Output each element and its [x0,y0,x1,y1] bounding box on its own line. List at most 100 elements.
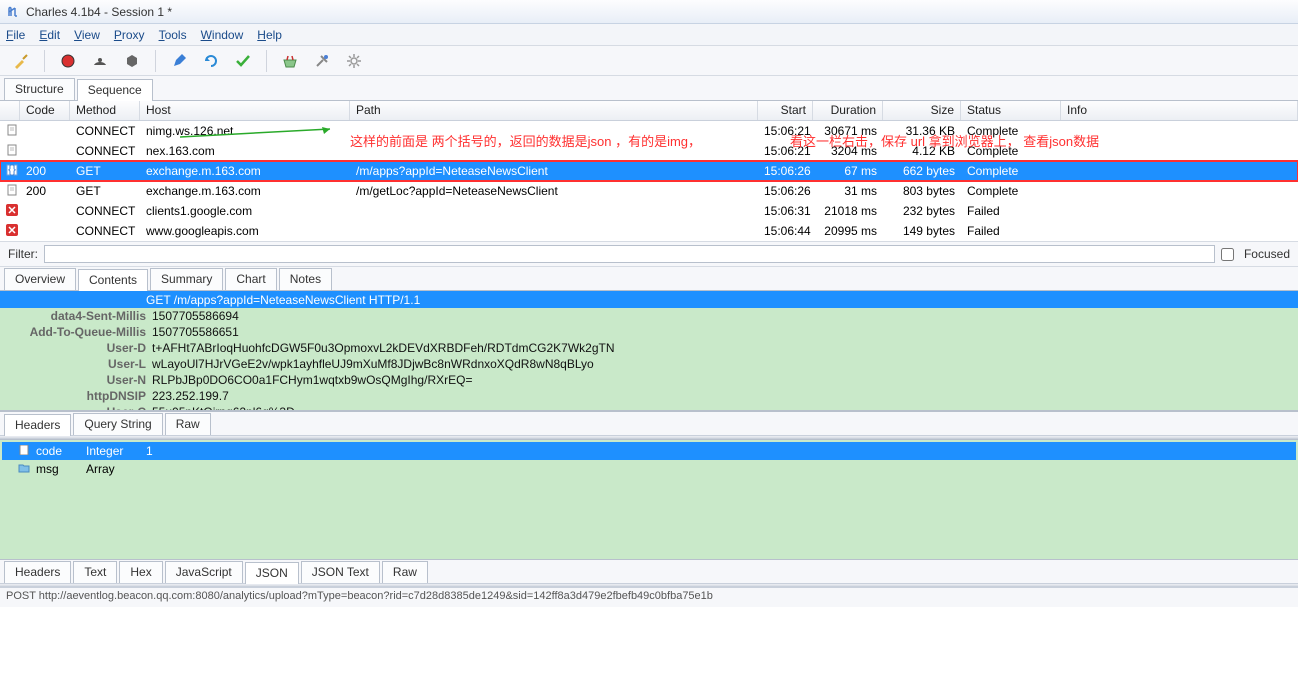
tab-structure[interactable]: Structure [4,78,75,100]
menu-proxy[interactable]: Proxy [114,28,145,42]
col-duration[interactable]: Duration [813,101,883,120]
cell-host: nimg.ws.126.net [140,123,350,139]
cell-path: /m/apps?appId=NeteaseNewsClient [350,163,758,179]
filter-input[interactable] [44,245,1215,263]
header-val: wLayoUl7HJrVGeE2v/wpk1ayhfleUJ9mXuMf8JDj… [152,357,594,371]
header-val: 55u05pKtQirpq62pl6q%3D [152,405,295,411]
cell-info [1061,190,1298,192]
btab-hex[interactable]: Hex [119,561,162,583]
tab-chart[interactable]: Chart [225,268,276,290]
tree-icon [18,444,30,458]
menu-file[interactable]: File [6,28,25,42]
tree-row[interactable]: msgArray [2,460,1296,478]
refresh-icon[interactable] [202,52,220,70]
cell-info [1061,150,1298,152]
cell-info [1061,230,1298,232]
btab-raw[interactable]: Raw [382,561,428,583]
cell-start: 15:06:21 [758,143,813,159]
header-row[interactable]: User-C55u05pKtQirpq62pl6q%3D [0,404,1298,411]
table-row[interactable]: CONNECTnex.163.com15:06:213204 ms4.12 KB… [0,141,1298,161]
broom-icon[interactable] [12,52,30,70]
focused-checkbox[interactable] [1221,248,1234,261]
table-row[interactable]: 200GETexchange.m.163.com/m/getLoc?appId=… [0,181,1298,201]
col-status[interactable]: Status [961,101,1061,120]
menu-window[interactable]: Window [201,28,244,42]
tab-overview[interactable]: Overview [4,268,76,290]
record-icon[interactable] [59,52,77,70]
filter-label: Filter: [8,247,38,261]
cell-duration: 21018 ms [813,203,883,219]
cell-status: Failed [961,203,1061,219]
subtab-headers[interactable]: Headers [4,414,71,436]
header-val: RLPbJBp0DO6CO0a1FCHym1wqtxb9wOsQMgIhg/RX… [152,373,472,387]
menu-help[interactable]: Help [257,28,282,42]
basket-icon[interactable] [281,52,299,70]
col-host[interactable]: Host [140,101,350,120]
header-row[interactable]: Add-To-Queue-Millis1507705586651 [0,324,1298,340]
header-row[interactable]: User-Dt+AFHt7ABrIoqHuohfcDGW5F0u3OpmoxvL… [0,340,1298,356]
tab-notes[interactable]: Notes [279,268,332,290]
tab-summary[interactable]: Summary [150,268,223,290]
btab-jsontext[interactable]: JSON Text [301,561,380,583]
btab-text[interactable]: Text [73,561,117,583]
breakpoint-icon[interactable] [123,52,141,70]
btab-json[interactable]: JSON [245,562,299,584]
row-icon [0,123,20,140]
tab-contents[interactable]: Contents [78,269,148,291]
cell-status: Complete [961,143,1061,159]
cell-path [350,130,758,132]
header-row[interactable]: User-NRLPbJBp0DO6CO0a1FCHym1wqtxb9wOsQMg… [0,372,1298,388]
subtab-raw[interactable]: Raw [165,413,211,435]
header-row[interactable]: httpDNSIP223.252.199.7 [0,388,1298,404]
btab-javascript[interactable]: JavaScript [165,561,243,583]
tools-icon[interactable] [313,52,331,70]
window-title: Charles 4.1b4 - Session 1 * [26,5,172,19]
cell-code [20,210,70,212]
menu-edit[interactable]: Edit [39,28,60,42]
cell-size: 662 bytes [883,163,961,179]
col-size[interactable]: Size [883,101,961,120]
header-row[interactable]: data4-Sent-Millis1507705586694 [0,308,1298,324]
cell-code [20,130,70,132]
cell-duration: 20995 ms [813,223,883,239]
menu-view[interactable]: View [74,28,100,42]
table-row[interactable]: CONNECTnimg.ws.126.net15:06:2130671 ms31… [0,121,1298,141]
check-icon[interactable] [234,52,252,70]
tree-name: msg [30,462,80,476]
col-icon[interactable] [0,101,20,120]
request-panel: GET /m/apps?appId=NeteaseNewsClient HTTP… [0,291,1298,411]
cell-duration: 31 ms [813,183,883,199]
subtab-querystring[interactable]: Query String [73,413,162,435]
edit-icon[interactable] [170,52,188,70]
titlebar: Charles 4.1b4 - Session 1 * [0,0,1298,24]
col-code[interactable]: Code [20,101,70,120]
cell-start: 15:06:21 [758,123,813,139]
menu-tools[interactable]: Tools [159,28,187,42]
detail-tabs: Overview Contents Summary Chart Notes [0,267,1298,291]
focused-label: Focused [1244,247,1290,261]
col-info[interactable]: Info [1061,101,1298,120]
main-tabs: Structure Sequence [0,76,1298,100]
table-row[interactable]: CONNECTwww.googleapis.com15:06:4420995 m… [0,221,1298,241]
btab-headers[interactable]: Headers [4,561,71,583]
header-key: data4-Sent-Millis [6,309,146,323]
cell-size: 803 bytes [883,183,961,199]
table-row[interactable]: CONNECTclients1.google.com15:06:3121018 … [0,201,1298,221]
table-row[interactable]: {}200GETexchange.m.163.com/m/apps?appId=… [0,161,1298,181]
cell-method: CONNECT [70,123,140,139]
col-method[interactable]: Method [70,101,140,120]
cell-size: 4.12 KB [883,143,961,159]
tree-row[interactable]: codeInteger1 [2,442,1296,460]
tab-sequence[interactable]: Sequence [77,79,153,101]
col-path[interactable]: Path [350,101,758,120]
row-icon [0,203,20,220]
cell-host: www.googleapis.com [140,223,350,239]
col-start[interactable]: Start [758,101,813,120]
header-row[interactable]: User-LwLayoUl7HJrVGeE2v/wpk1ayhfleUJ9mXu… [0,356,1298,372]
svg-text:{}: {} [8,164,16,176]
tree-name: code [30,444,80,458]
throttle-icon[interactable] [91,52,109,70]
cell-method: CONNECT [70,223,140,239]
gear-icon[interactable] [345,52,363,70]
cell-size: 232 bytes [883,203,961,219]
